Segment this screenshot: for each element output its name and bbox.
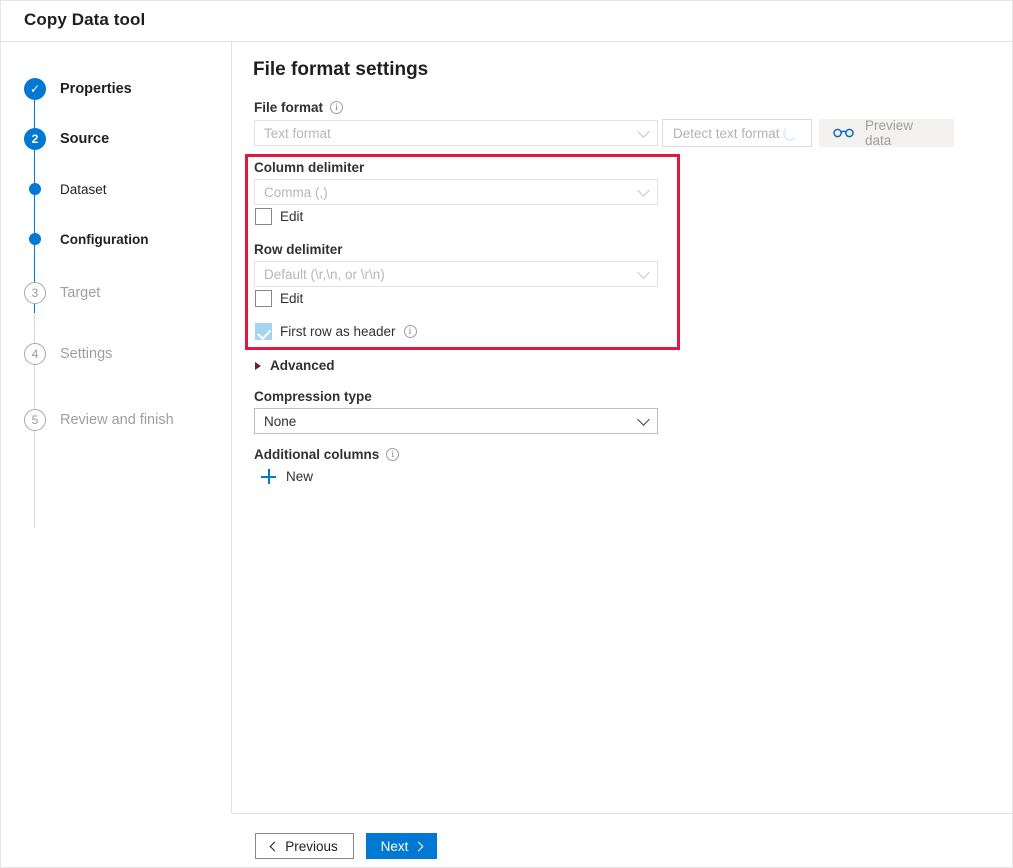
sidebar-step-source[interactable]: 2 Source	[1, 114, 231, 164]
previous-button-label: Previous	[285, 839, 338, 854]
sidebar-step-target-label: Target	[60, 285, 100, 301]
sidebar-step-review-and-finish[interactable]: 5 Review and finish	[1, 387, 231, 453]
previous-button[interactable]: Previous	[255, 833, 354, 859]
row-delimiter-edit-checkbox-row[interactable]: Edit	[255, 290, 303, 307]
wizard-footer: Previous Next	[233, 814, 1013, 868]
sidebar-step-target[interactable]: 3 Target	[1, 264, 231, 321]
copy-data-tool-window: Copy Data tool ✓ Properties 2 Source Dat…	[0, 0, 1013, 868]
preview-data-label: Preview data	[865, 118, 940, 148]
step-number-badge-4: 4	[24, 343, 46, 365]
additional-columns-label: Additional columns	[254, 447, 379, 462]
row-delimiter-label: Row delimiter	[254, 242, 343, 257]
file-format-value: Text format	[264, 126, 331, 141]
step-number-4: 4	[32, 347, 39, 361]
sidebar-step-review-and-finish-label: Review and finish	[60, 412, 174, 428]
sidebar-step-dataset[interactable]: Dataset	[1, 164, 231, 214]
file-format-label-row: File format i	[254, 100, 343, 115]
bullet-dot-icon	[24, 178, 46, 200]
column-delimiter-edit-label: Edit	[280, 209, 303, 224]
column-delimiter-edit-checkbox-row[interactable]: Edit	[255, 208, 303, 225]
sidebar-step-settings[interactable]: 4 Settings	[1, 321, 231, 387]
chevron-left-icon	[270, 841, 280, 851]
file-format-select[interactable]: Text format	[254, 120, 658, 146]
chevron-down-icon	[637, 413, 650, 426]
column-delimiter-label: Column delimiter	[254, 160, 364, 175]
additional-columns-label-row: Additional columns i	[254, 447, 399, 462]
advanced-expander[interactable]: Advanced	[255, 358, 335, 373]
row-delimiter-edit-checkbox[interactable]	[255, 290, 272, 307]
next-button-label: Next	[381, 839, 409, 854]
sidebar-step-configuration[interactable]: Configuration	[1, 214, 231, 264]
info-icon[interactable]: i	[404, 325, 417, 338]
info-icon[interactable]: i	[330, 101, 343, 114]
next-button[interactable]: Next	[366, 833, 437, 859]
plus-icon	[261, 469, 276, 484]
preview-data-button[interactable]: Preview data	[819, 119, 954, 147]
glasses-icon	[833, 126, 854, 141]
chevron-down-icon	[637, 266, 650, 279]
bullet-dot-icon	[24, 228, 46, 250]
column-delimiter-select[interactable]: Comma (,)	[254, 179, 658, 205]
column-delimiter-value: Comma (,)	[264, 185, 328, 200]
wizard-step-sidebar: ✓ Properties 2 Source Dataset Configurat…	[1, 42, 232, 813]
detect-text-format-button[interactable]: Detect text format	[662, 119, 812, 147]
step-number-badge-2: 2	[24, 128, 46, 150]
chevron-down-icon	[637, 184, 650, 197]
first-row-as-header-row[interactable]: First row as header i	[255, 323, 417, 340]
sidebar-step-configuration-label: Configuration	[60, 232, 148, 247]
page-title: File format settings	[253, 59, 428, 81]
sidebar-step-settings-label: Settings	[60, 346, 112, 362]
sidebar-step-dataset-label: Dataset	[60, 182, 107, 197]
advanced-label: Advanced	[270, 358, 335, 373]
compression-type-select[interactable]: None	[254, 408, 658, 434]
sidebar-step-source-label: Source	[60, 131, 109, 147]
step-list: ✓ Properties 2 Source Dataset Configurat…	[1, 64, 231, 453]
sidebar-step-properties[interactable]: ✓ Properties	[1, 64, 231, 114]
info-icon[interactable]: i	[386, 448, 399, 461]
file-format-label: File format	[254, 100, 323, 115]
step-number-3: 3	[32, 286, 39, 300]
step-number-2: 2	[32, 132, 39, 146]
sidebar-step-properties-label: Properties	[60, 81, 132, 97]
compression-type-label: Compression type	[254, 389, 372, 404]
row-delimiter-value: Default (\r,\n, or \r\n)	[264, 267, 385, 282]
row-delimiter-select[interactable]: Default (\r,\n, or \r\n)	[254, 261, 658, 287]
compression-type-value: None	[264, 414, 296, 429]
add-new-column-label: New	[286, 469, 313, 484]
first-row-as-header-label: First row as header	[280, 324, 396, 339]
step-number-badge-5: 5	[24, 409, 46, 431]
chevron-right-icon	[414, 841, 424, 851]
step-number-badge-3: 3	[24, 282, 46, 304]
loading-spinner-icon	[783, 126, 798, 141]
check-circle-icon: ✓	[24, 78, 46, 100]
chevron-down-icon	[637, 125, 650, 138]
window-title: Copy Data tool	[24, 10, 145, 30]
detect-text-format-label: Detect text format	[673, 126, 780, 141]
main-content-panel: File format settings File format i Text …	[233, 42, 1013, 813]
add-new-column-button[interactable]: New	[261, 469, 313, 484]
first-row-as-header-checkbox[interactable]	[255, 323, 272, 340]
window-title-bar: Copy Data tool	[1, 1, 1013, 42]
caret-right-icon	[255, 362, 261, 370]
column-delimiter-edit-checkbox[interactable]	[255, 208, 272, 225]
row-delimiter-edit-label: Edit	[280, 291, 303, 306]
step-number-5: 5	[32, 413, 39, 427]
